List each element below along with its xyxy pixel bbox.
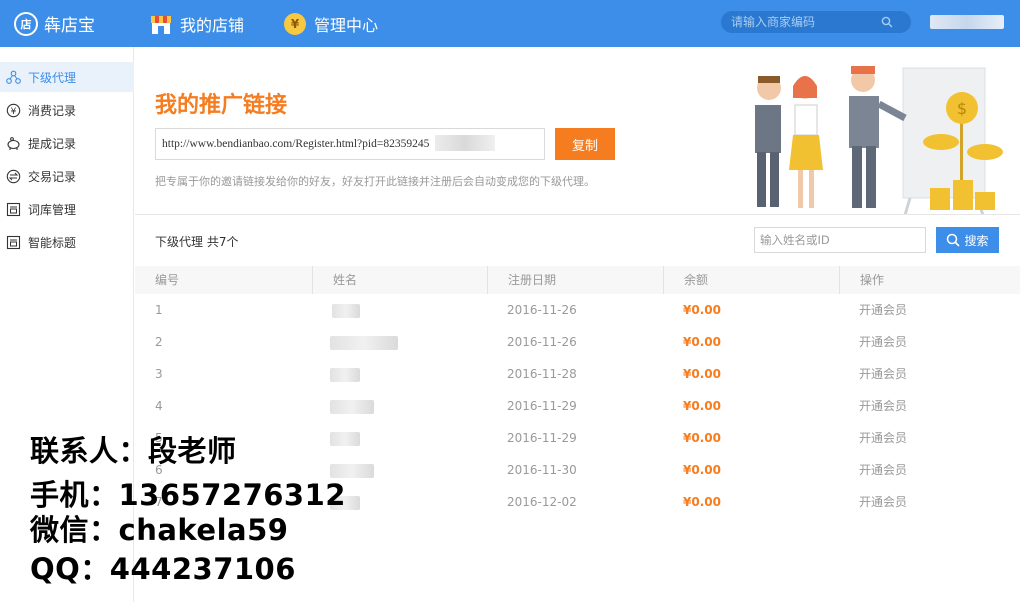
sidebar-item-commission[interactable]: 提成记录 <box>0 128 134 158</box>
column-header-date: 注册日期 <box>487 266 556 294</box>
sidebar-item-label: 提成记录 <box>28 136 77 151</box>
row-balance: ¥0.00 <box>683 399 721 413</box>
merchant-search-box <box>721 11 911 33</box>
piggy-bank-icon <box>7 136 20 150</box>
row-date: 2016-11-29 <box>507 399 577 413</box>
search-icon <box>947 233 961 247</box>
row-balance: ¥0.00 <box>683 495 721 509</box>
title-icon <box>6 235 21 249</box>
row-date: 2016-11-26 <box>507 335 577 349</box>
row-date: 2016-11-30 <box>507 463 577 477</box>
column-header-action: 操作 <box>839 266 884 294</box>
section-divider <box>135 214 1020 215</box>
user-account-redacted[interactable] <box>930 15 1004 29</box>
nav-my-store-label: 我的店铺 <box>180 16 245 35</box>
row-name-redacted <box>330 336 398 350</box>
row-id: 3 <box>155 367 163 381</box>
brand-logo-icon: 店 <box>14 11 38 36</box>
column-header-balance: 余额 <box>663 266 708 294</box>
name-or-id-search-input[interactable] <box>754 227 926 253</box>
contact-wechat: 微信：chakela59 <box>30 513 289 547</box>
row-action-link[interactable]: 开通会员 <box>859 326 907 358</box>
sidebar-item-label: 智能标题 <box>28 235 77 250</box>
row-balance: ¥0.00 <box>683 335 721 349</box>
merchant-code-input[interactable] <box>731 15 881 29</box>
brand-name: 犇店宝 <box>44 16 95 36</box>
row-date: 2016-11-29 <box>507 431 577 445</box>
table-row: 3 2016-11-28 ¥0.00 开通会员 <box>135 358 1020 390</box>
row-name-redacted <box>330 368 360 382</box>
table-row: 2 2016-11-26 ¥0.00 开通会员 <box>135 326 1020 358</box>
link-redacted-mask <box>435 135 495 151</box>
search-icon[interactable] <box>881 16 893 28</box>
column-header-name: 姓名 <box>312 266 357 294</box>
table-row: 5 2016-11-29 ¥0.00 开通会员 <box>135 422 1020 454</box>
row-id: 4 <box>155 399 163 413</box>
row-action-link[interactable]: 开通会员 <box>859 294 907 326</box>
brand[interactable]: 店 犇店宝 <box>14 11 95 36</box>
table-header: 编号 姓名 注册日期 余额 操作 <box>135 266 1020 294</box>
sidebar-item-label: 下级代理 <box>28 70 77 85</box>
copy-button[interactable]: 复制 <box>555 128 615 160</box>
row-action-link[interactable]: 开通会员 <box>859 390 907 422</box>
column-header-id: 编号 <box>155 273 180 287</box>
row-action-link[interactable]: 开通会员 <box>859 486 907 518</box>
svg-text:¥: ¥ <box>11 107 17 117</box>
exchange-icon <box>6 169 21 183</box>
contact-qq: QQ：444237106 <box>30 552 296 586</box>
sidebar-item-label: 交易记录 <box>28 169 77 184</box>
row-balance: ¥0.00 <box>683 463 721 477</box>
row-date: 2016-12-02 <box>507 495 577 509</box>
sidebar-item-dictionary[interactable]: 词库管理 <box>0 194 134 224</box>
row-balance: ¥0.00 <box>683 367 721 381</box>
row-date: 2016-11-26 <box>507 303 577 317</box>
sidebar-item-smart-title[interactable]: 智能标题 <box>0 227 134 257</box>
nav-admin-center[interactable]: ¥ 管理中心 <box>284 12 378 36</box>
promo-hint: 把专属于你的邀请链接发给你的好友，好友打开此链接并注册后会自动变成您的下级代理。 <box>155 175 595 188</box>
row-action-link[interactable]: 开通会员 <box>859 454 907 486</box>
row-name-redacted <box>332 304 360 318</box>
row-name-redacted <box>330 400 374 414</box>
contact-person: 联系人：段老师 <box>30 434 237 468</box>
row-date: 2016-11-28 <box>507 367 577 381</box>
row-action-link[interactable]: 开通会员 <box>859 358 907 390</box>
sidebar-item-label: 消费记录 <box>28 103 77 118</box>
sidebar-item-label: 词库管理 <box>28 202 77 217</box>
search-button[interactable]: 搜索 <box>936 227 999 253</box>
nav-admin-center-label: 管理中心 <box>314 16 379 35</box>
sidebar-item-sub-agents[interactable]: 下级代理 <box>0 62 134 92</box>
coin-icon: ¥ <box>284 13 306 35</box>
sidebar-item-transactions[interactable]: 交易记录 <box>0 161 134 191</box>
row-name-redacted <box>330 432 360 446</box>
table-row: 1 2016-11-26 ¥0.00 开通会员 <box>135 294 1020 326</box>
svg-text:$: $ <box>957 99 967 118</box>
row-balance: ¥0.00 <box>683 431 721 445</box>
network-icon <box>6 70 21 84</box>
top-header: 店 犇店宝 我的店铺 ¥ 管理中心 <box>0 0 1020 47</box>
row-id: 2 <box>155 335 163 349</box>
search-button-label: 搜索 <box>964 233 989 248</box>
sidebar-item-consumption[interactable]: ¥ 消费记录 <box>0 95 134 125</box>
row-action-link[interactable]: 开通会员 <box>859 422 907 454</box>
business-people-illustration: $ <box>755 66 1003 215</box>
dictionary-icon <box>6 202 21 216</box>
sub-agent-count: 下级代理 共7个 <box>155 235 239 249</box>
promo-title: 我的推广链接 <box>155 93 288 118</box>
yen-icon: ¥ <box>6 103 21 117</box>
store-icon <box>151 16 171 34</box>
nav-my-store[interactable]: 我的店铺 <box>150 12 244 36</box>
row-balance: ¥0.00 <box>683 303 721 317</box>
row-id: 1 <box>155 303 163 317</box>
table-row: 4 2016-11-29 ¥0.00 开通会员 <box>135 390 1020 422</box>
